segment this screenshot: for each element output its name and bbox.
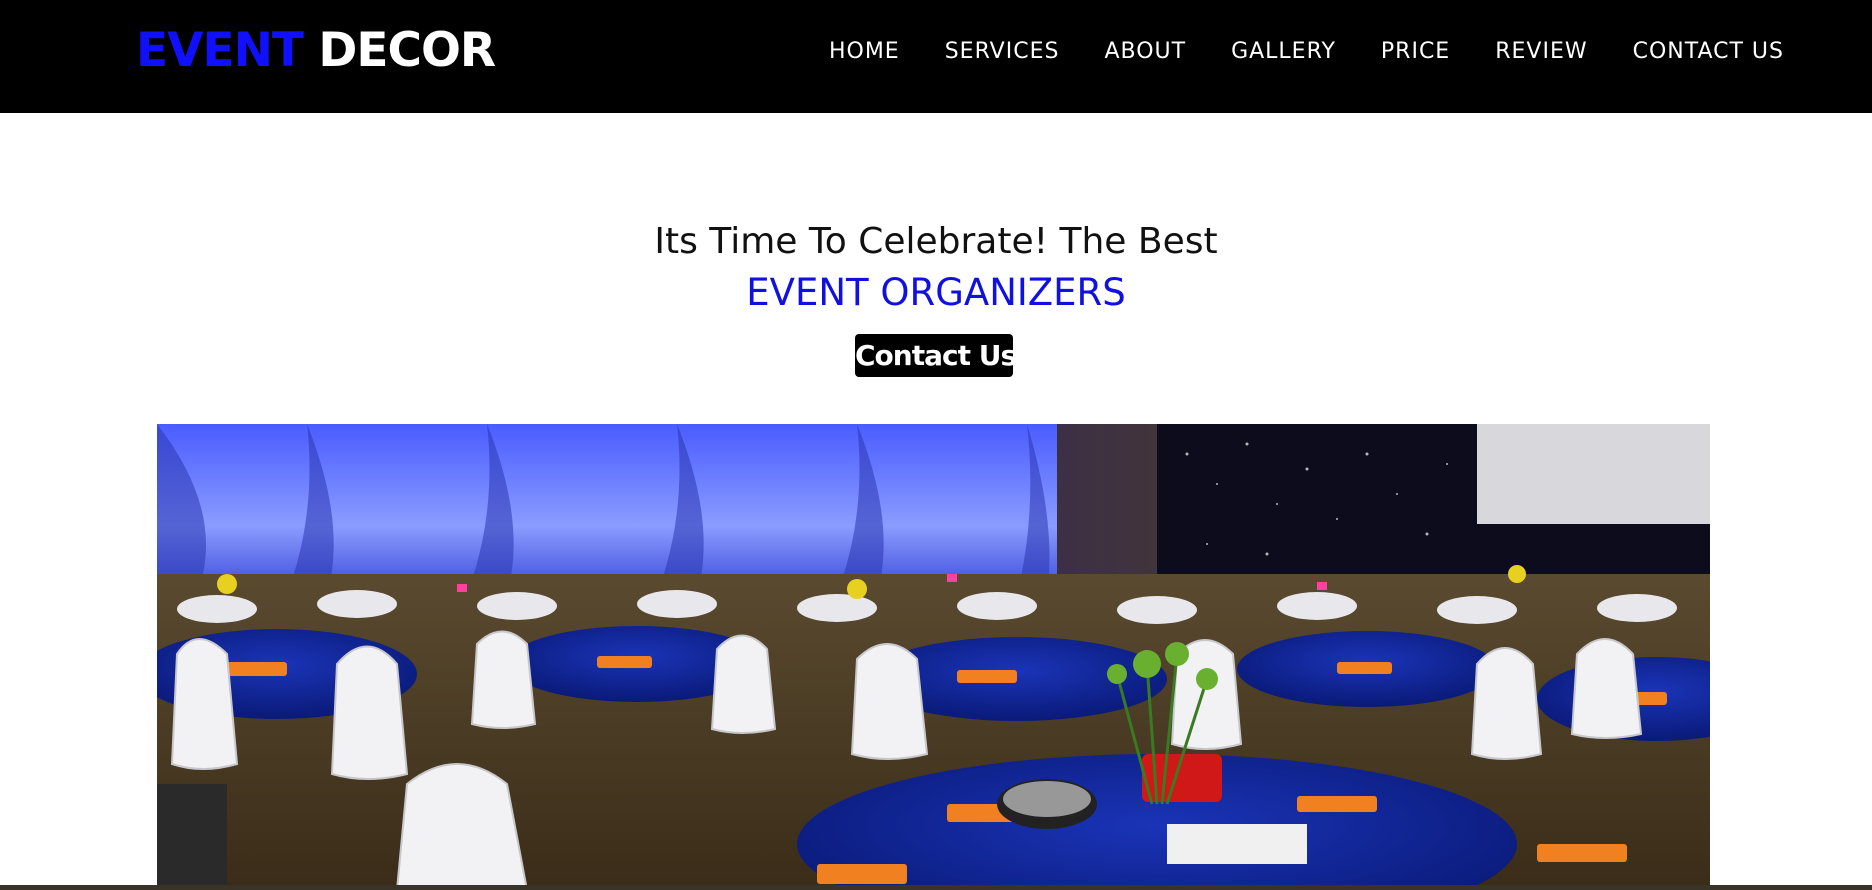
nav-link-contact-us[interactable]: CONTACT US — [1633, 36, 1784, 68]
bottom-strip — [0, 885, 1872, 890]
hero-tagline: Its Time To Celebrate! The Best — [654, 221, 1218, 262]
hero-heading: EVENT ORGANIZERS — [746, 271, 1126, 314]
nav-link-services[interactable]: SERVICES — [945, 36, 1060, 68]
logo-accent-text: EVENT — [136, 23, 304, 78]
nav-link-about[interactable]: ABOUT — [1104, 36, 1186, 68]
contact-us-button[interactable]: Contact Us — [855, 334, 1017, 377]
nav-link-review[interactable]: REVIEW — [1495, 36, 1587, 68]
navbar: EVENT DECOR HOME SERVICES ABOUT GALLERY … — [0, 0, 1872, 113]
logo-rest-text: DECOR — [302, 23, 496, 78]
main-nav: HOME SERVICES ABOUT GALLERY PRICE REVIEW… — [829, 36, 1784, 68]
nav-link-home[interactable]: HOME — [829, 36, 900, 68]
nav-link-price[interactable]: PRICE — [1381, 36, 1450, 68]
nav-link-gallery[interactable]: GALLERY — [1231, 36, 1336, 68]
hero-banquet-image — [157, 424, 1710, 890]
site-logo[interactable]: EVENT DECOR — [136, 22, 496, 80]
